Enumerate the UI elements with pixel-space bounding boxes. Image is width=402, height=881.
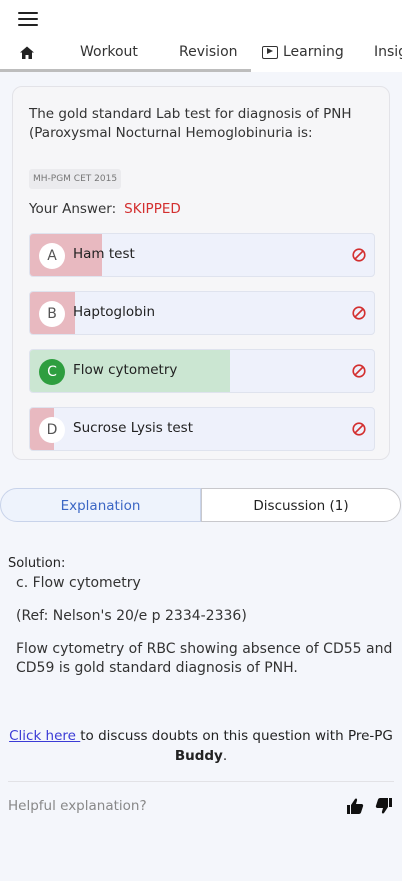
tab-discussion[interactable]: Discussion (1) [201,488,401,522]
discuss-end: . [222,748,228,764]
option-letter: D [39,417,65,443]
solution-detail: Flow cytometry of RBC showing absence of… [16,641,393,676]
option-c[interactable]: C Flow cytometry [29,349,375,393]
helpful-label: Helpful explanation? [8,798,147,814]
thumbs-down-icon[interactable] [375,797,393,815]
solution-heading: Solution: [8,556,66,571]
option-d[interactable]: D Sucrose Lysis test [29,407,375,451]
click-here-link[interactable]: Click here [9,728,80,744]
question-card: The gold standard Lab test for diagnosis… [12,86,390,460]
home-icon[interactable] [19,45,35,61]
option-label: Ham test [73,246,135,262]
top-bar: Workout Revision Learning Insig [0,0,402,72]
solution-panel: Solution: c. Flow cytometry (Ref: Nelson… [0,540,402,832]
discuss-prompt: Click here to discuss doubts on this que… [8,726,394,766]
buddy-text: Buddy [174,748,223,764]
tab-workout[interactable]: Workout [80,44,138,60]
answer-status: SKIPPED [124,201,181,217]
divider [8,781,394,782]
source-tag: MH-PGM CET 2015 [29,169,122,189]
explanation-tabs: Explanation Discussion (1) [0,488,402,522]
ban-icon[interactable] [352,364,366,378]
ban-icon[interactable] [352,422,366,436]
tab-revision[interactable]: Revision [179,44,238,60]
question-text: The gold standard Lab test for diagnosis… [29,106,352,141]
play-icon [262,45,278,59]
tab-explanation[interactable]: Explanation [0,488,201,522]
bottom-area [0,832,402,881]
your-answer-label: Your Answer: [29,201,117,217]
tab-insights[interactable]: Insig [374,44,402,60]
discuss-text: to discuss doubts on this question with … [80,728,393,744]
ban-icon[interactable] [352,306,366,320]
your-answer: Your Answer: SKIPPED [29,201,181,217]
option-letter: B [39,301,65,327]
option-label: Haptoglobin [73,304,156,320]
option-b[interactable]: B Haptoglobin [29,291,375,335]
option-letter: C [39,359,65,385]
solution-answer: c. Flow cytometry [16,575,141,591]
top-tabs: Workout Revision Learning Insig [0,40,402,72]
solution-reference: (Ref: Nelson's 20/e p 2334-2336) [16,608,247,624]
hamburger-icon[interactable] [18,12,38,28]
ban-icon[interactable] [352,248,366,262]
option-a[interactable]: A Ham test [29,233,375,277]
option-letter: A [39,243,65,269]
option-label: Sucrose Lysis test [73,420,193,436]
tab-scroll-indicator [0,69,251,72]
tab-learning[interactable]: Learning [262,44,344,60]
tab-learning-label: Learning [283,44,344,60]
thumbs-up-icon[interactable] [346,797,364,815]
option-label: Flow cytometry [73,362,178,378]
